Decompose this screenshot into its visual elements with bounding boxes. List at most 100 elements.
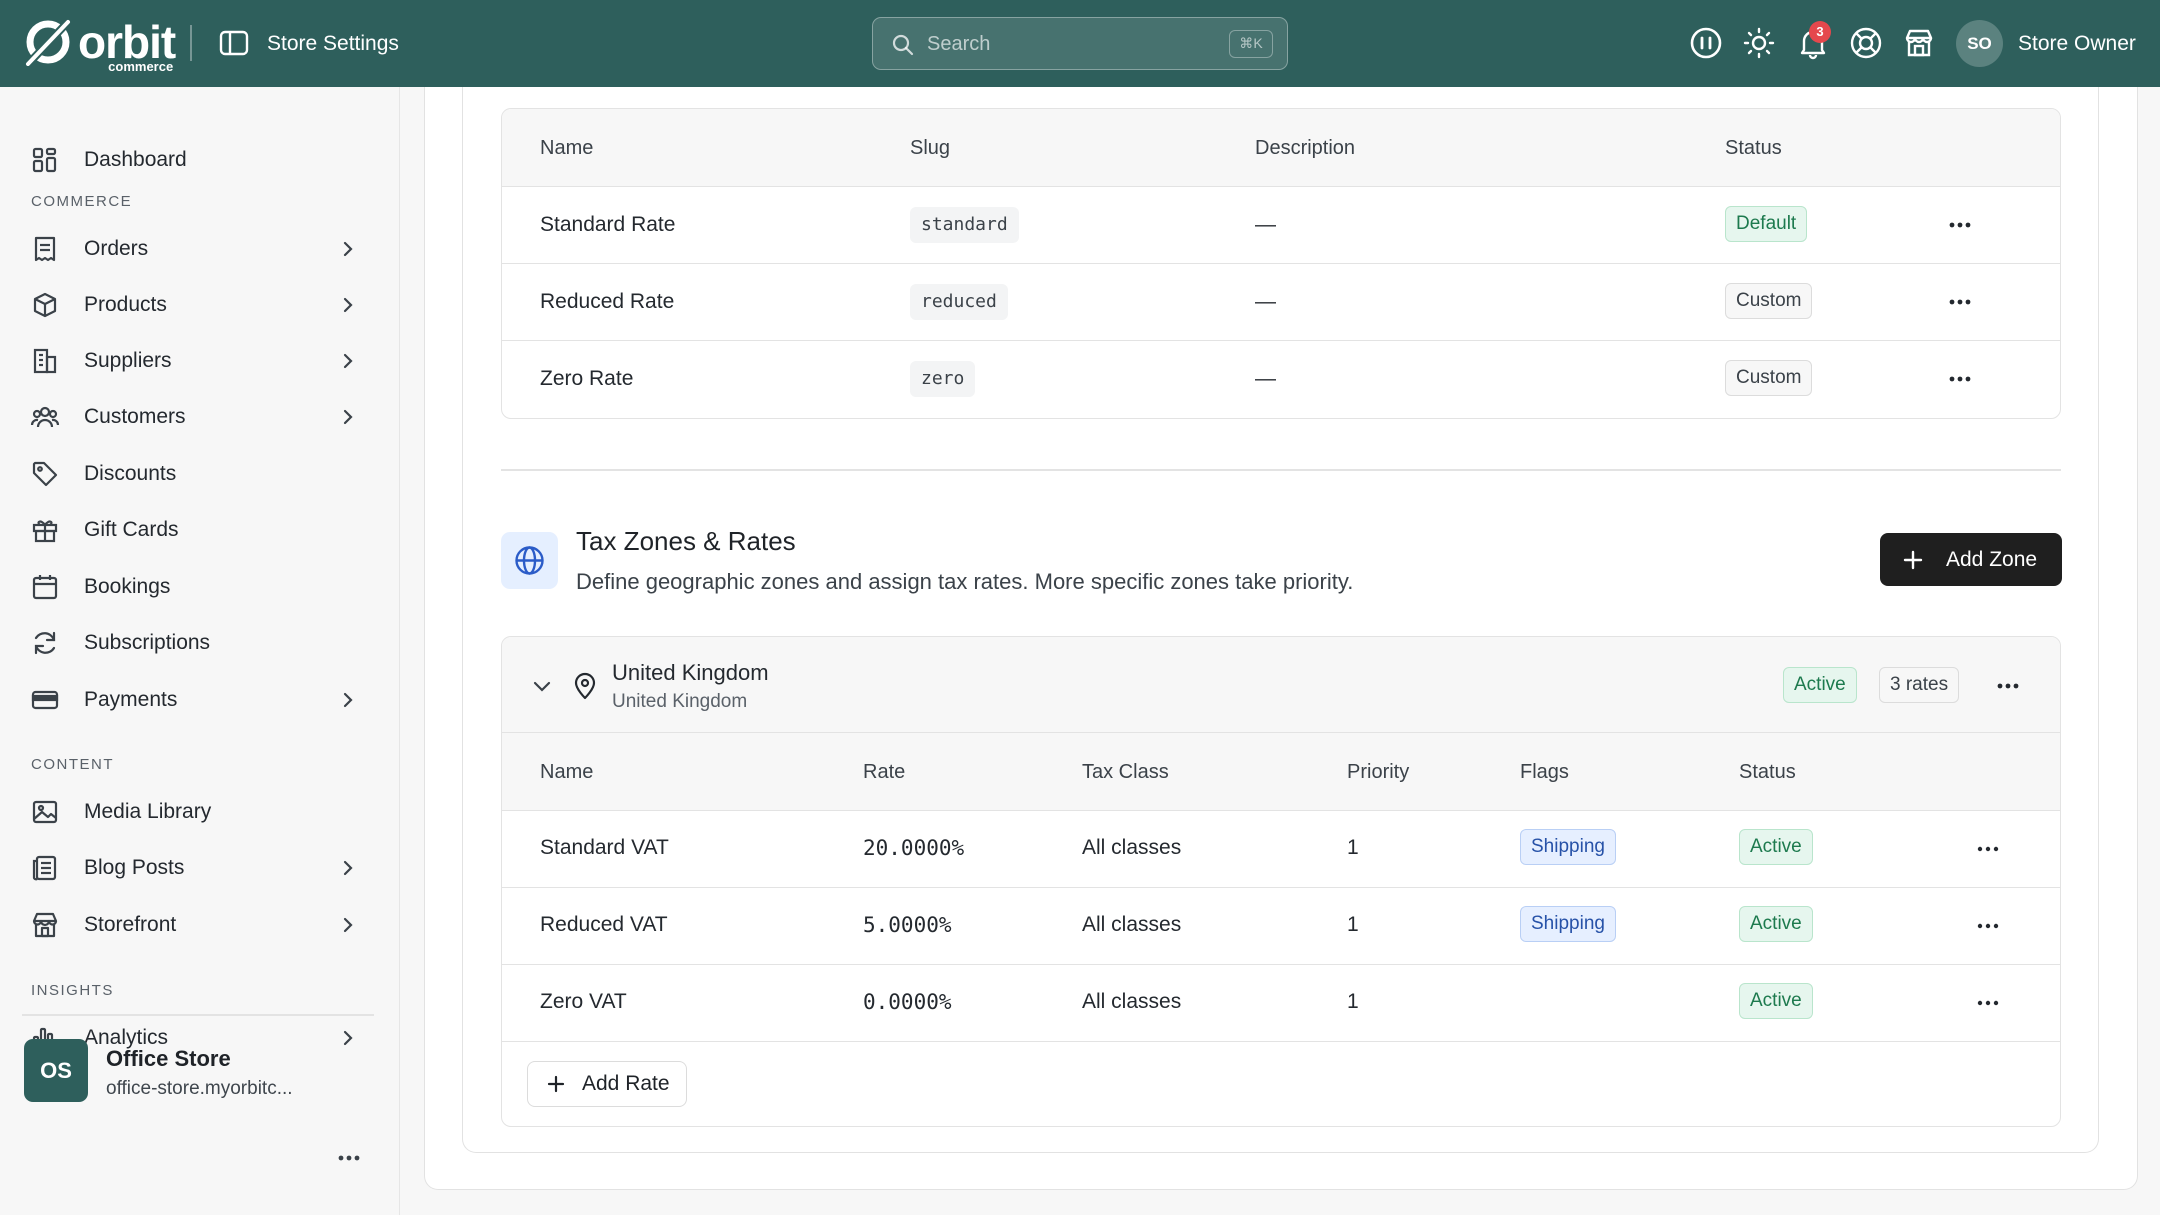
tax-class-slug: reduced: [910, 284, 1008, 320]
search-shortcut: ⌘K: [1229, 30, 1273, 58]
rate-value: 0.0000%: [863, 990, 952, 1014]
chevron-right-icon: [343, 917, 353, 933]
sidebar-item-gift-cards[interactable]: Gift Cards: [22, 505, 378, 555]
store-avatar[interactable]: OS: [24, 1039, 88, 1102]
chevron-right-icon: [343, 297, 353, 313]
sidebar-item-label: Media Library: [84, 800, 212, 823]
sidebar-item-products[interactable]: Products: [22, 280, 378, 330]
sidebar-item-suppliers[interactable]: Suppliers: [22, 336, 378, 386]
chevron-right-icon: [343, 241, 353, 257]
user-avatar[interactable]: SO: [1956, 20, 2003, 67]
image-icon: [32, 800, 58, 824]
search-icon: [892, 34, 914, 56]
section-divider: [501, 469, 2061, 471]
sidebar-item-label: Suppliers: [84, 349, 172, 372]
sidebar-item-orders[interactable]: Orders: [22, 224, 378, 274]
tax-class-name: Zero Rate: [540, 367, 634, 390]
store-name[interactable]: Office Store: [106, 1045, 231, 1073]
row-actions-icon[interactable]: [1977, 999, 1999, 1007]
column-header-description: Description: [1255, 137, 1356, 159]
storefront-icon[interactable]: [1902, 26, 1936, 60]
sidebar-divider: [22, 1014, 374, 1016]
column-header-status: Status: [1739, 761, 1796, 783]
gift-icon: [32, 520, 58, 543]
chevron-right-icon: [343, 1030, 353, 1046]
rate-tax-class: All classes: [1082, 990, 1182, 1013]
sidebar-item-label: Customers: [84, 405, 186, 428]
status-badge: Custom: [1725, 360, 1813, 396]
table-row[interactable]: Reduced Rate reduced — Custom: [502, 264, 2060, 341]
rate-priority: 1: [1347, 836, 1359, 859]
row-actions-icon[interactable]: [1977, 845, 1999, 853]
rates-count-badge: 3 rates: [1879, 667, 1960, 703]
map-pin-icon: [574, 672, 596, 700]
column-header-flags: Flags: [1520, 761, 1569, 783]
zone-header[interactable]: United Kingdom United Kingdom Active 3 r…: [502, 637, 2060, 733]
user-name[interactable]: Store Owner: [2018, 30, 2136, 58]
tax-class-description: —: [1255, 290, 1276, 313]
status-badge: Active: [1739, 906, 1813, 942]
sidebar-item-customers[interactable]: Customers: [22, 392, 378, 442]
sidebar-item-payments[interactable]: Payments: [22, 675, 378, 725]
page-title: Store Settings: [267, 32, 399, 55]
sidebar-item-blog-posts[interactable]: Blog Posts: [22, 843, 378, 893]
rate-priority: 1: [1347, 913, 1359, 936]
sidebar-item-subscriptions[interactable]: Subscriptions: [22, 618, 378, 668]
chevron-right-icon: [343, 409, 353, 425]
add-rate-button[interactable]: Add Rate: [527, 1061, 687, 1107]
sidebar-item-storefront[interactable]: Storefront: [22, 900, 378, 950]
column-header-status: Status: [1725, 137, 1782, 159]
receipt-icon: [34, 236, 56, 262]
top-bar: orbit commerce Store Settings Search ⌘K: [0, 0, 2160, 87]
column-header-slug: Slug: [910, 137, 951, 159]
shipping-flag-badge: Shipping: [1520, 906, 1616, 942]
status-badge: Custom: [1725, 283, 1813, 319]
row-actions-icon[interactable]: [1949, 375, 1971, 383]
orbit-logo-icon: [26, 20, 70, 66]
help-lifebuoy-icon[interactable]: [1849, 26, 1883, 60]
sidebar-item-bookings[interactable]: Bookings: [22, 562, 378, 612]
sidebar-item-label: Orders: [84, 237, 149, 260]
tax-class-name: Standard Rate: [540, 213, 676, 236]
sidebar-item-media-library[interactable]: Media Library: [22, 787, 378, 837]
column-header-name: Name: [540, 137, 594, 159]
chevron-down-icon[interactable]: [531, 675, 553, 697]
add-zone-label: Add Zone: [1946, 547, 2038, 571]
row-actions-icon[interactable]: [1949, 221, 1971, 229]
column-header-name: Name: [540, 761, 594, 783]
search-placeholder: Search: [927, 33, 991, 55]
sidebar-item-dashboard[interactable]: Dashboard: [22, 135, 378, 185]
sidebar-item-label: Subscriptions: [84, 631, 211, 654]
rate-name: Reduced VAT: [540, 913, 668, 936]
table-row[interactable]: Standard Rate standard — Default: [502, 187, 2060, 264]
table-row[interactable]: Reduced VAT 5.0000% All classes 1 Shippi…: [502, 888, 2060, 965]
building-icon: [33, 348, 57, 374]
zone-subtitle: United Kingdom: [612, 691, 748, 712]
store-more-icon[interactable]: [338, 1154, 360, 1162]
search-input[interactable]: Search ⌘K: [872, 17, 1288, 70]
status-indicator-icon[interactable]: [1689, 26, 1723, 60]
table-row[interactable]: Standard VAT 20.0000% All classes 1 Ship…: [502, 811, 2060, 888]
add-zone-button[interactable]: Add Zone: [1880, 533, 2062, 586]
section-label-content: CONTENT: [31, 756, 114, 773]
brand-sub: commerce: [108, 59, 174, 74]
table-row[interactable]: Zero Rate zero — Custom: [502, 341, 2060, 418]
sidebar-item-discounts[interactable]: Discounts: [22, 449, 378, 499]
store-url: office-store.myorbitc...: [106, 1078, 293, 1099]
brand-name: orbit: [78, 16, 176, 68]
zone-actions-icon[interactable]: [1997, 682, 2019, 690]
notification-badge: 3: [1809, 21, 1831, 43]
sidebar-item-label: Storefront: [84, 913, 177, 936]
rate-value: 5.0000%: [863, 913, 952, 937]
sidebar-toggle-icon[interactable]: [219, 30, 249, 56]
credit-card-icon: [31, 690, 59, 710]
theme-toggle-icon[interactable]: [1742, 26, 1776, 60]
table-row[interactable]: Zero VAT 0.0000% All classes 1 Active: [502, 965, 2060, 1042]
tax-class-name: Reduced Rate: [540, 290, 675, 313]
brand-logo[interactable]: orbit commerce: [24, 16, 176, 74]
sidebar-item-label: Bookings: [84, 575, 171, 598]
row-actions-icon[interactable]: [1977, 922, 1999, 930]
plus-icon: [1903, 550, 1923, 569]
plus-icon: [547, 1075, 565, 1093]
row-actions-icon[interactable]: [1949, 298, 1971, 306]
